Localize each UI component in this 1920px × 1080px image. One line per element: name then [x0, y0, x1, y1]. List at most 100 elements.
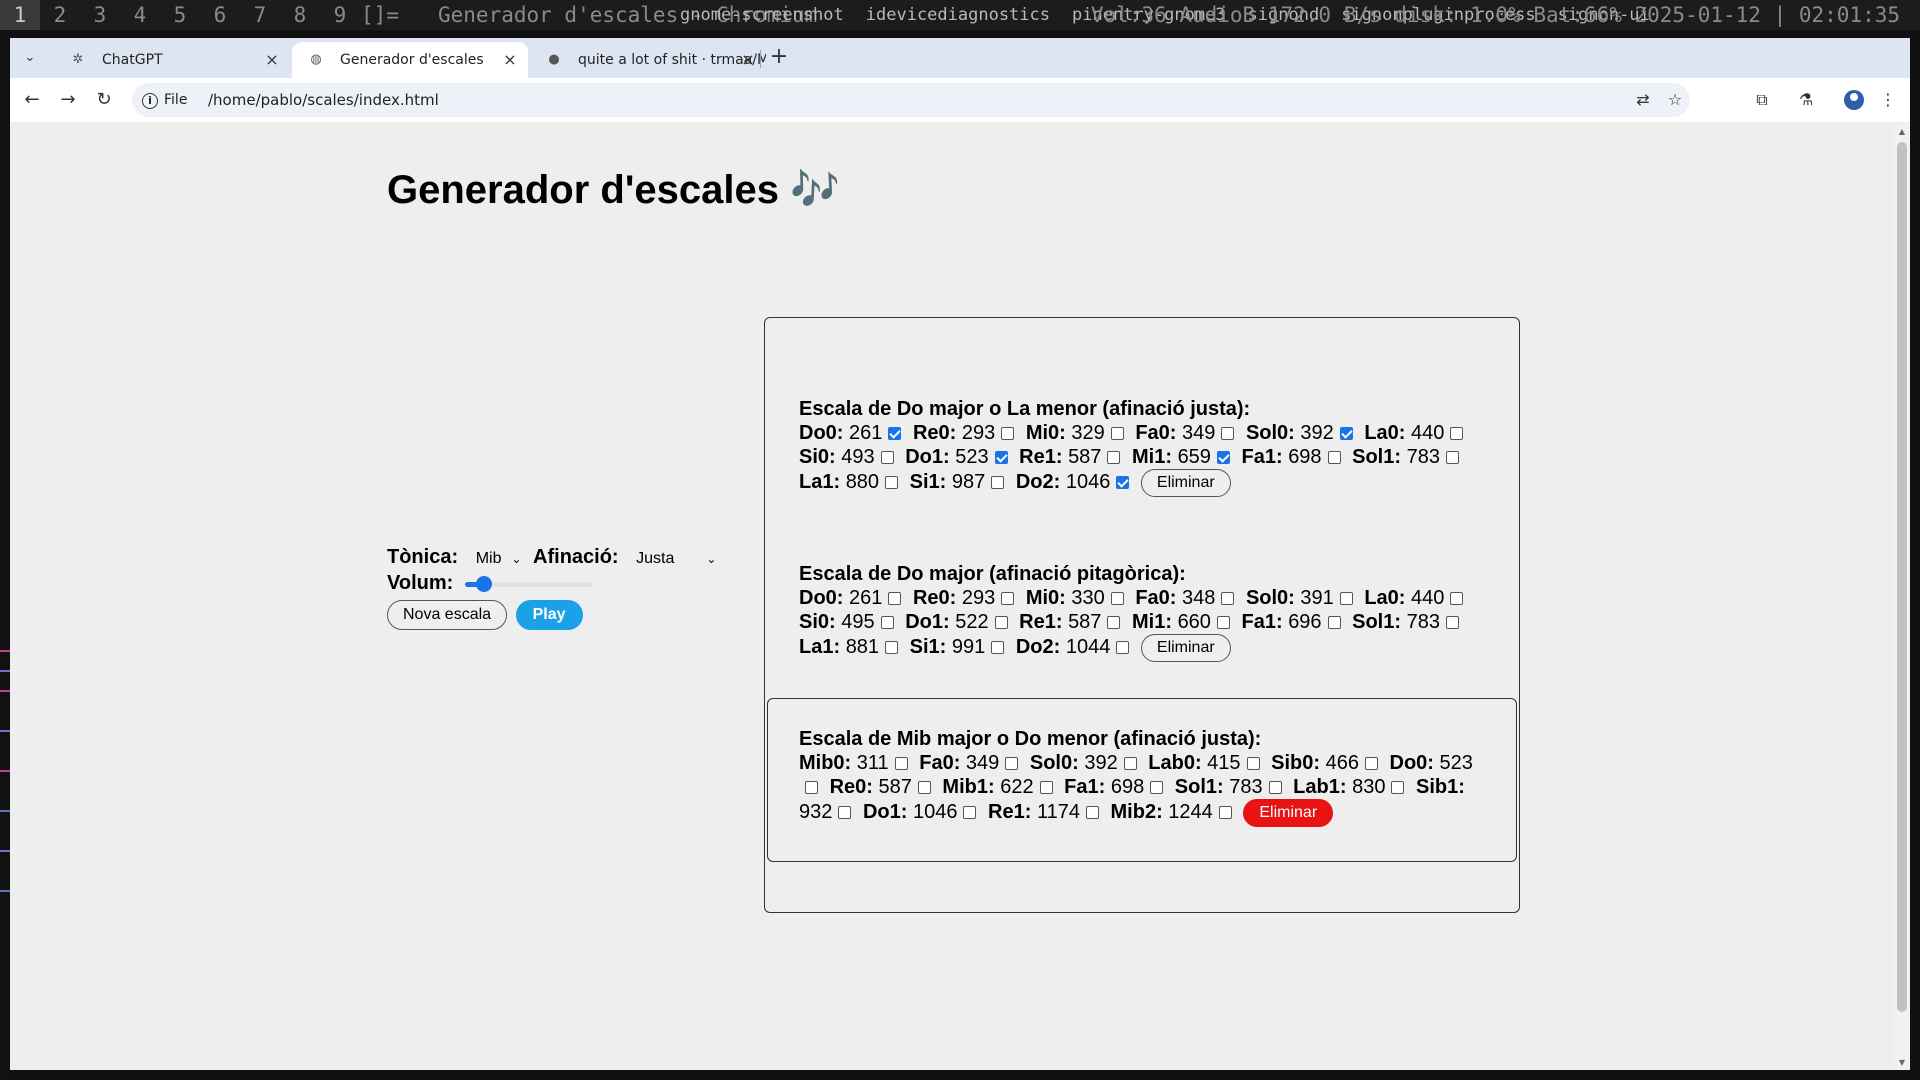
note-item: Do2: 1046: [1016, 471, 1136, 493]
note-checkbox[interactable]: [888, 592, 902, 605]
delete-scale-button[interactable]: Eliminar: [1140, 469, 1231, 497]
tab-github[interactable]: ● quite a lot of shit · trmaa/Mu ×: [530, 42, 766, 78]
delete-scale-button[interactable]: Eliminar: [1140, 634, 1231, 662]
tab-close-icon[interactable]: ×: [738, 42, 758, 78]
note-checkbox[interactable]: [994, 451, 1008, 464]
note-checkbox[interactable]: [1005, 757, 1019, 770]
note-name: Si1:: [909, 471, 947, 494]
scroll-up-icon[interactable]: ▲: [1894, 127, 1910, 136]
note-checkbox[interactable]: [994, 616, 1008, 629]
note-checkbox[interactable]: [1445, 451, 1459, 464]
note-item: Re0: 293: [913, 587, 1020, 609]
chevron-down-icon: ⌄: [706, 552, 717, 566]
profile-avatar[interactable]: [1844, 90, 1864, 110]
note-checkbox[interactable]: [1327, 616, 1341, 629]
reload-icon[interactable]: ↻: [92, 88, 116, 112]
workspace-button[interactable]: 1: [0, 0, 40, 30]
note-checkbox[interactable]: [1123, 757, 1137, 770]
address-bar[interactable]: i File /home/pablo/scales/index.html ⇄ ☆: [132, 83, 1690, 117]
note-checkbox[interactable]: [991, 476, 1005, 490]
note-checkbox[interactable]: [1339, 427, 1353, 440]
page-scrollbar[interactable]: ▲ ▼: [1894, 124, 1910, 1070]
note-checkbox[interactable]: [1445, 616, 1459, 629]
volume-slider[interactable]: [464, 575, 593, 592]
note-checkbox[interactable]: [805, 781, 818, 794]
note-checkbox[interactable]: [885, 641, 899, 655]
note-checkbox[interactable]: [880, 451, 894, 464]
note-checkbox[interactable]: [1110, 427, 1124, 440]
tonic-value: Mib: [475, 550, 502, 567]
note-checkbox[interactable]: [917, 781, 931, 794]
note-checkbox[interactable]: [880, 616, 894, 629]
workspace-button[interactable]: []=: [360, 0, 400, 30]
menu-kebab-icon[interactable]: ⋮: [1876, 88, 1900, 112]
note-checkbox[interactable]: [1327, 451, 1341, 464]
note-checkbox[interactable]: [1364, 757, 1378, 770]
workspace-button[interactable]: 4: [120, 0, 160, 30]
note-checkbox[interactable]: [1001, 427, 1015, 440]
workspace-button[interactable]: 9: [320, 0, 360, 30]
note-checkbox[interactable]: [1085, 806, 1099, 820]
workspace-button[interactable]: 3: [80, 0, 120, 30]
tab-close-icon[interactable]: ×: [262, 42, 282, 78]
workspace-button[interactable]: 8: [280, 0, 320, 30]
tab-search-button[interactable]: ⌄: [18, 46, 42, 70]
note-checkbox[interactable]: [838, 806, 852, 820]
note-checkbox[interactable]: [1001, 592, 1015, 605]
note-checkbox[interactable]: [1110, 592, 1124, 605]
note-checkbox[interactable]: [1116, 641, 1130, 655]
extensions-icon[interactable]: ⧉: [1750, 88, 1774, 112]
labs-flask-icon[interactable]: ⚗: [1794, 88, 1818, 112]
note-checkbox[interactable]: [1268, 781, 1282, 794]
tab-close-icon[interactable]: ×: [500, 42, 520, 78]
tray-item[interactable]: idevicediagnostics: [866, 5, 1050, 25]
note-checkbox[interactable]: [1450, 592, 1464, 605]
translate-icon[interactable]: ⇄: [1631, 88, 1655, 112]
site-info-chip[interactable]: i File: [138, 88, 195, 112]
note-checkbox[interactable]: [1107, 451, 1121, 464]
url-text[interactable]: /home/pablo/scales/index.html: [208, 83, 439, 117]
delete-scale-button[interactable]: Eliminar: [1243, 799, 1334, 827]
workspace-button[interactable]: 6: [200, 0, 240, 30]
system-bar: 1 2 3 4 5 6 7 8 9 []= Generador d'escales - Chrom…: [0, 0, 1920, 30]
note-checkbox[interactable]: [888, 427, 902, 440]
note-checkbox[interactable]: [1216, 451, 1230, 464]
note-checkbox[interactable]: [1339, 592, 1353, 605]
scroll-down-icon[interactable]: ▼: [1894, 1058, 1910, 1067]
new-scale-button[interactable]: Nova escala: [387, 600, 508, 630]
scrollbar-thumb[interactable]: [1897, 142, 1907, 1012]
note-checkbox[interactable]: [1391, 781, 1405, 794]
note-frequency: 1046: [912, 801, 958, 824]
workspace-button[interactable]: 2: [40, 0, 80, 30]
note-checkbox[interactable]: [1150, 781, 1164, 794]
tuning-select[interactable]: Justa ⌄: [636, 546, 718, 572]
note-checkbox[interactable]: [963, 806, 977, 820]
note-checkbox[interactable]: [1246, 757, 1260, 770]
scale-card: Escala de Do major o La menor (afinació …: [765, 397, 1521, 497]
new-tab-button[interactable]: +: [767, 46, 791, 70]
note-checkbox[interactable]: [1116, 476, 1130, 490]
tonic-select[interactable]: Mib ⌄: [476, 546, 524, 572]
volume-knob[interactable]: [475, 575, 492, 592]
note-checkbox[interactable]: [1039, 781, 1053, 794]
note-item: Do1: 523: [905, 446, 1013, 468]
bookmark-star-icon[interactable]: ☆: [1663, 88, 1687, 112]
back-icon[interactable]: ←: [20, 88, 44, 112]
forward-icon[interactable]: →: [56, 88, 80, 112]
workspace-button[interactable]: 7: [240, 0, 280, 30]
workspace-button[interactable]: 5: [160, 0, 200, 30]
tab-generador[interactable]: ◍ Generador d'escales ×: [292, 42, 528, 78]
note-checkbox[interactable]: [1221, 427, 1235, 440]
tab-chatgpt[interactable]: ✲ ChatGPT ×: [54, 42, 290, 78]
note-checkbox[interactable]: [991, 641, 1005, 655]
tray-item[interactable]: gnome-screenshot: [680, 5, 844, 25]
note-checkbox[interactable]: [894, 757, 908, 770]
note-checkbox[interactable]: [1221, 592, 1235, 605]
note-checkbox[interactable]: [1218, 806, 1232, 820]
note-checkbox[interactable]: [1216, 616, 1230, 629]
note-checkbox[interactable]: [1107, 616, 1121, 629]
play-button[interactable]: Play: [515, 600, 583, 630]
note-checkbox[interactable]: [885, 476, 899, 490]
note-frequency: 698: [1288, 446, 1322, 468]
note-checkbox[interactable]: [1450, 427, 1464, 440]
